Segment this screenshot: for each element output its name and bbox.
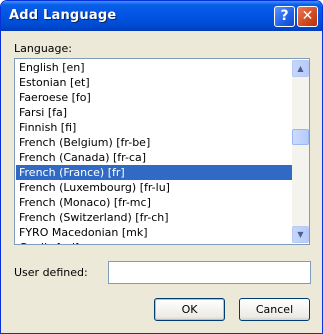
list-item[interactable]: Finnish [fi] bbox=[16, 120, 292, 135]
user-defined-input[interactable] bbox=[108, 261, 311, 284]
list-item[interactable]: French (Canada) [fr-ca] bbox=[16, 150, 292, 165]
language-list-items: English [en] Estonian [et] Faeroese [fo] Fa… bbox=[16, 60, 292, 244]
cancel-button[interactable]: Cancel bbox=[239, 298, 310, 321]
title-bar[interactable]: Add Language ? ✕ bbox=[1, 1, 322, 31]
add-language-dialog: Add Language ? ✕ Language: English [en] E… bbox=[0, 0, 323, 334]
dialog-title: Add Language bbox=[9, 8, 117, 23]
chevron-down-icon: ▼ bbox=[297, 230, 304, 239]
list-item[interactable]: French (France) [fr] bbox=[16, 165, 292, 180]
user-defined-label: User defined: bbox=[14, 266, 88, 279]
list-item[interactable]: French (Belgium) [fr-be] bbox=[16, 135, 292, 150]
list-item[interactable]: French (Switzerland) [fr-ch] bbox=[16, 210, 292, 225]
list-item[interactable]: English [en] bbox=[16, 60, 292, 75]
close-button[interactable]: ✕ bbox=[297, 6, 318, 27]
list-item[interactable]: Faeroese [fo] bbox=[16, 90, 292, 105]
ok-button[interactable]: OK bbox=[154, 298, 225, 321]
list-item[interactable]: French (Monaco) [fr-mc] bbox=[16, 195, 292, 210]
list-item[interactable]: Estonian [et] bbox=[16, 75, 292, 90]
list-item[interactable]: FYRO Macedonian [mk] bbox=[16, 225, 292, 240]
scroll-thumb[interactable] bbox=[292, 129, 309, 145]
vertical-scrollbar[interactable]: ▲ ▼ bbox=[292, 60, 309, 243]
language-label: Language: bbox=[14, 42, 72, 55]
language-listbox[interactable]: English [en] Estonian [et] Faeroese [fo] Fa… bbox=[14, 58, 310, 245]
list-item[interactable]: Gaelic [gd] bbox=[16, 240, 292, 244]
help-icon: ? bbox=[280, 8, 289, 24]
scroll-up-button[interactable]: ▲ bbox=[292, 60, 309, 77]
scroll-down-button[interactable]: ▼ bbox=[292, 226, 309, 243]
close-icon: ✕ bbox=[301, 8, 314, 24]
chevron-up-icon: ▲ bbox=[297, 64, 304, 73]
help-button[interactable]: ? bbox=[274, 6, 295, 27]
list-item[interactable]: Farsi [fa] bbox=[16, 105, 292, 120]
list-item[interactable]: French (Luxembourg) [fr-lu] bbox=[16, 180, 292, 195]
